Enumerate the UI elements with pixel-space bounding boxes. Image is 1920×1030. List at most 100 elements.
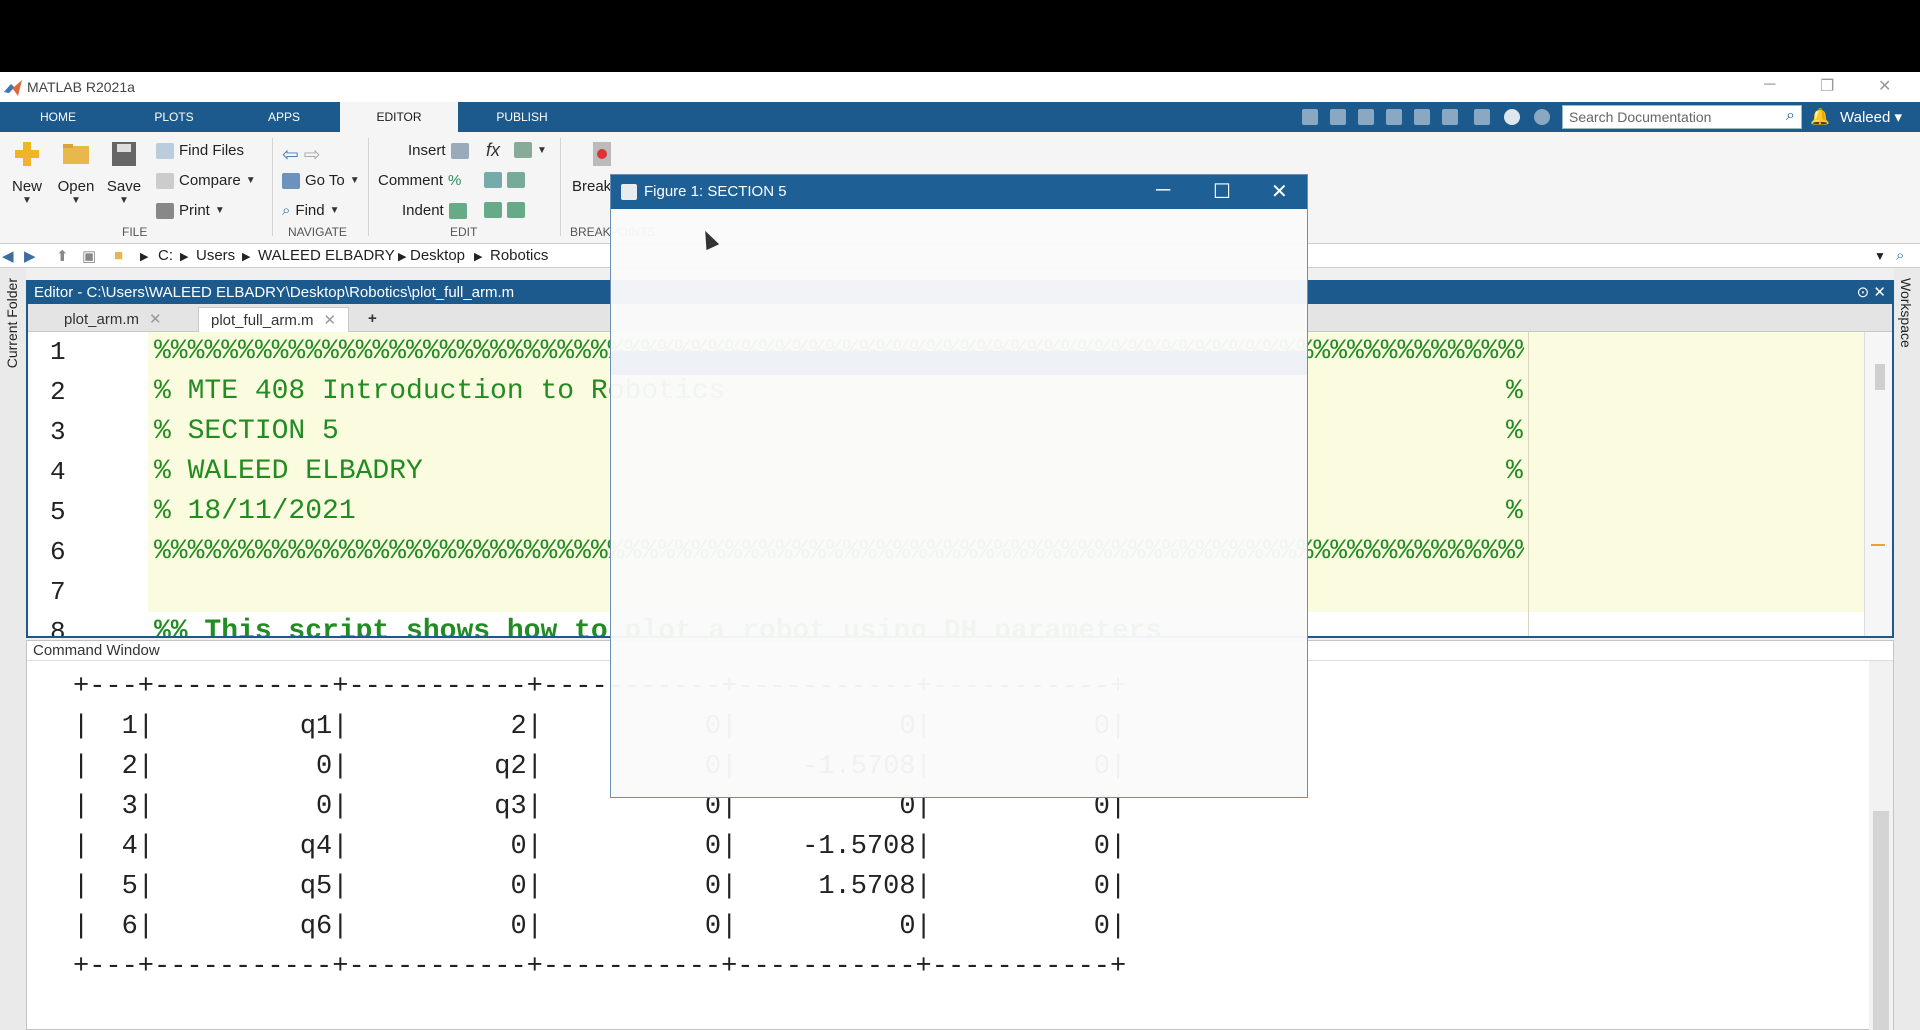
back-icon[interactable]: ◀ [2,247,14,265]
back-arrow-icon[interactable]: ⇦ [282,142,299,167]
scrollbar-thumb[interactable] [1873,811,1889,1030]
copy-icon[interactable] [1358,109,1374,125]
undo-icon[interactable] [1414,109,1430,125]
insert-dropdown[interactable]: ▼ [514,142,547,158]
indent-extra-buttons[interactable] [484,202,525,218]
scrollbar-thumb[interactable] [1875,364,1885,390]
minimize-button[interactable]: ─ [1764,76,1775,94]
compare-dropdown-icon[interactable]: ▼ [246,175,256,186]
uncomment-icon[interactable] [484,172,502,188]
new-button[interactable]: New ▼ [10,140,44,206]
save-dropdown-icon[interactable]: ▼ [104,195,144,206]
figure-title-bar[interactable]: Figure 1: SECTION 5 ─ ☐ ✕ [611,175,1307,209]
new-tab-button[interactable]: + [356,307,389,332]
wrap-comments-icon[interactable] [507,172,525,188]
user-menu[interactable]: Waleed ▾ [1840,108,1902,126]
tab-apps[interactable]: APPS [244,102,324,132]
search-documentation-input[interactable]: Search Documentation ⌕ [1562,105,1802,129]
insert-function-button[interactable]: fx [486,140,500,161]
address-dropdown-icon[interactable]: ▼ [1874,249,1886,263]
code-line[interactable]: % SECTION 5 [154,412,339,452]
help-icon[interactable] [1504,109,1520,125]
new-label: New [11,178,42,195]
go-to-dropdown-icon[interactable]: ▼ [350,175,360,186]
paste-icon[interactable] [1386,109,1402,125]
matlab-logo-icon [4,80,22,96]
go-to-button[interactable]: Go To ▼ [282,172,360,189]
close-button[interactable]: ✕ [1878,76,1891,96]
notification-bell-icon[interactable]: 🔔 [1810,107,1830,127]
crumb-users[interactable]: Users [196,247,235,264]
switch-windows-icon[interactable] [1474,109,1490,125]
back-forward-buttons[interactable]: ⇦ ⇨ [282,142,321,167]
figure-maximize-button[interactable]: ☐ [1213,179,1231,204]
code-analyzer-marker[interactable] [1871,544,1885,546]
matlab-window: MATLAB R2021a ─ ❐ ✕ HOME PLOTS APPS EDIT… [0,72,1920,1030]
edit-group-label: EDIT [450,225,478,239]
quick-access-icon[interactable] [1302,109,1318,125]
find-dropdown-icon[interactable]: ▼ [330,205,340,216]
output-line: | 6| q6| 0| 0| 0| 0| [73,912,1127,942]
increase-indent-icon[interactable] [484,202,502,218]
editor-header-controls[interactable]: ⊙ ✕ [1857,283,1886,301]
crumb-robotics[interactable]: Robotics [490,247,548,264]
screen: MATLAB R2021a ─ ❐ ✕ HOME PLOTS APPS EDIT… [0,0,1920,1030]
figure-canvas[interactable] [611,209,1307,797]
print-dropdown-icon[interactable]: ▼ [215,205,225,216]
cut-icon[interactable] [1330,109,1346,125]
go-to-icon [282,172,300,189]
insert-button[interactable]: Insert [408,142,469,159]
panel-close-icon[interactable]: ✕ [1873,284,1886,301]
toolstrip-tabs: HOME PLOTS APPS EDITOR PUBLISH Search Do… [0,102,1920,132]
crumb-drive[interactable]: C: [158,247,173,264]
panel-actions-icon[interactable]: ⊙ [1857,284,1870,301]
code-line[interactable]: % 18/11/2021 [154,492,356,532]
tab-close-icon[interactable]: ✕ [149,311,162,328]
open-dropdown-icon[interactable]: ▼ [56,195,96,206]
tab-plot-full-arm[interactable]: plot_full_arm.m ✕ [198,307,350,332]
open-button[interactable]: Open ▼ [56,140,96,206]
print-button[interactable]: Print ▼ [156,202,225,219]
indent-button[interactable]: Indent [402,202,467,219]
comment-end-char: % [1506,416,1523,447]
figure-close-button[interactable]: ✕ [1271,179,1288,204]
tab-plots[interactable]: PLOTS [134,102,214,132]
crumb-user-folder[interactable]: WALEED ELBADRY [258,247,395,264]
tab-plot-arm[interactable]: plot_arm.m ✕ [52,307,174,332]
current-folder-panel-collapsed[interactable]: Current Folder [0,268,26,1030]
restore-button[interactable]: ❐ [1820,76,1834,96]
folder-search-icon[interactable]: ⌕ [1896,247,1904,264]
editor-scrollbar[interactable] [1864,332,1892,636]
code-line[interactable]: % WALEED ELBADRY [154,452,423,492]
new-dropdown-icon[interactable]: ▼ [10,195,44,206]
community-icon[interactable] [1534,109,1550,125]
comment-end-char: % [1506,496,1523,527]
save-button[interactable]: Save ▼ [104,140,144,206]
figure-minimize-button[interactable]: ─ [1156,179,1170,202]
tab-home[interactable]: HOME [18,102,98,132]
forward-arrow-icon[interactable]: ⇨ [304,142,321,167]
command-window-scrollbar[interactable] [1869,661,1893,1030]
browse-folder-icon[interactable]: ▣ [82,247,96,265]
tab-editor[interactable]: EDITOR [340,102,458,132]
decrease-indent-icon[interactable] [507,202,525,218]
figure-icon [621,184,637,200]
up-folder-icon[interactable]: ⬆ [56,247,69,265]
comment-extra-buttons[interactable] [484,172,525,188]
search-icon[interactable]: ⌕ [1786,107,1795,125]
line-number: 5 [50,497,66,527]
find-button[interactable]: ⌕ Find ▼ [282,202,340,219]
insert-more-dropdown-icon[interactable]: ▼ [537,145,547,156]
crumb-desktop[interactable]: Desktop [410,247,465,264]
figure-window[interactable]: Figure 1: SECTION 5 ─ ☐ ✕ [610,174,1308,798]
comment-button[interactable]: Comment% [378,172,461,189]
forward-icon[interactable]: ▶ [24,247,36,265]
crumb-separator-icon: ▶ [242,251,251,263]
tab-close-icon[interactable]: ✕ [324,312,337,329]
find-files-button[interactable]: Find Files [156,142,244,159]
redo-icon[interactable] [1442,109,1458,125]
workspace-panel-collapsed[interactable]: Workspace [1894,268,1920,1030]
compare-button[interactable]: Compare ▼ [156,172,256,189]
tab-publish[interactable]: PUBLISH [482,102,562,132]
comment-end-char: % [1506,456,1523,487]
